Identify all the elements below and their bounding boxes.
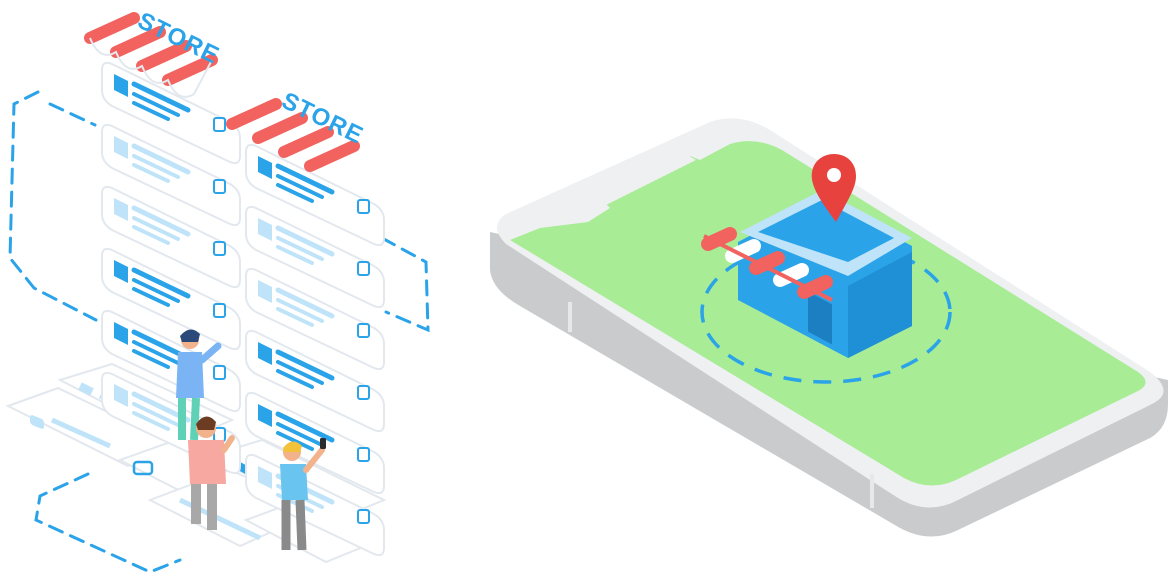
dashed-outline-bottom [34,472,182,574]
dashed-outline-mid [48,102,97,127]
dashed-outline-left [8,90,98,322]
dashed-outline-right [380,236,430,333]
online-store-scene: STORE STORE [5,7,430,574]
smartphone-icon [320,438,326,449]
store-column-1 [101,61,241,475]
phone-scene [490,118,1168,537]
illustration: STORE STORE [5,7,1168,574]
